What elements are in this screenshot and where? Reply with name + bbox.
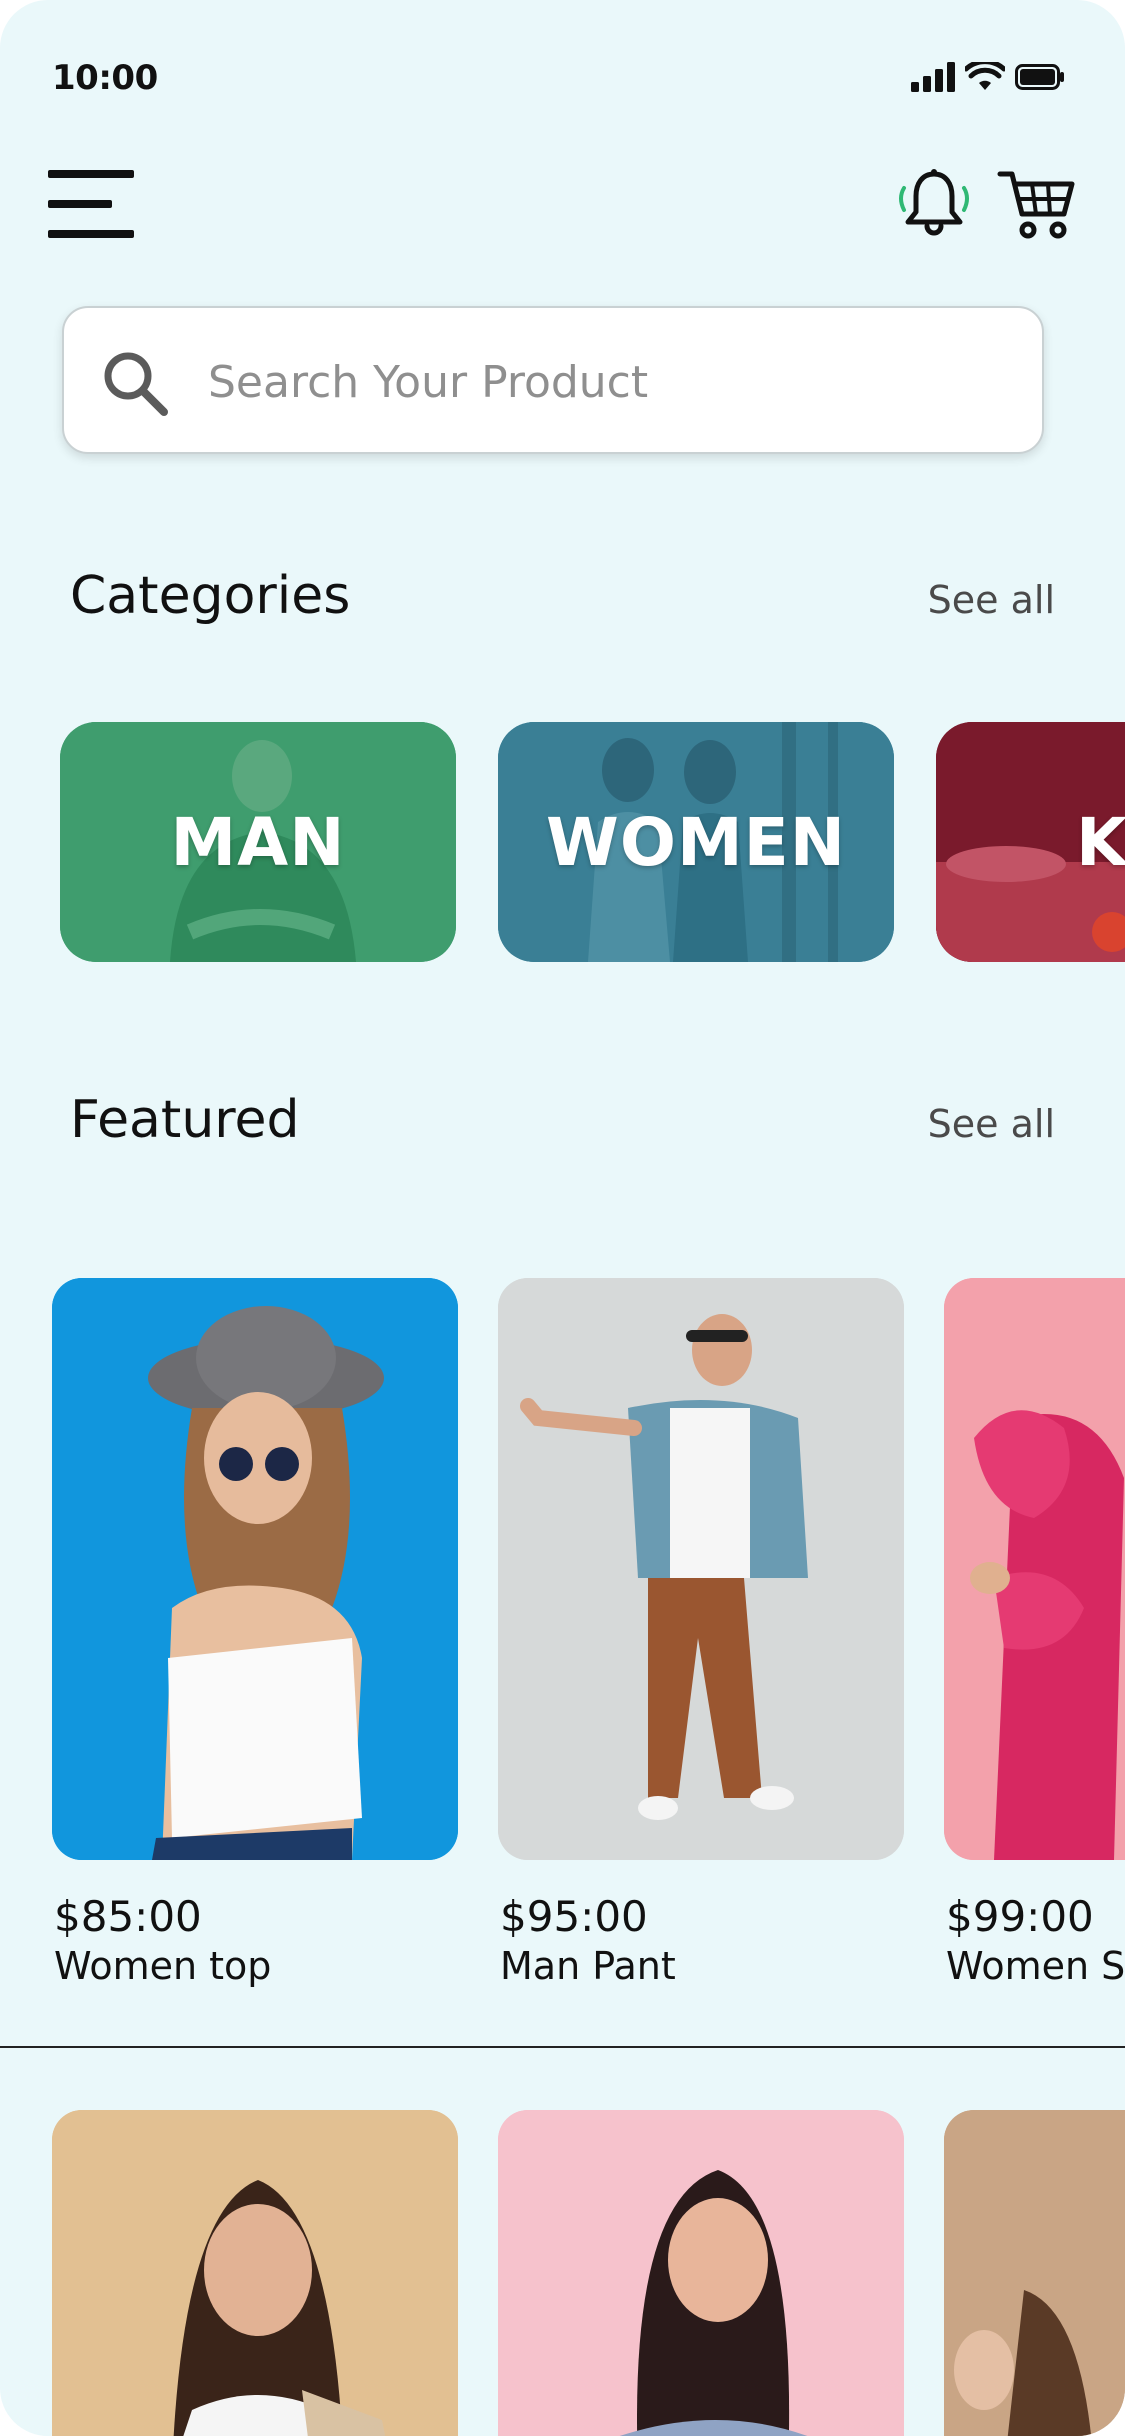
- search-input[interactable]: [206, 344, 1010, 420]
- menu-line: [48, 170, 134, 178]
- status-time: 10:00: [52, 58, 158, 98]
- product-card[interactable]: [944, 2110, 1125, 2436]
- product-image: [944, 2110, 1125, 2436]
- category-label: WOMEN: [546, 803, 846, 881]
- featured-title: Featured: [70, 1090, 300, 1150]
- category-card-kids[interactable]: K: [936, 722, 1125, 962]
- bell-icon[interactable]: [896, 166, 972, 242]
- search-icon: [104, 352, 168, 416]
- product-image: [944, 1278, 1125, 1860]
- signal-icon: [911, 62, 955, 92]
- menu-line: [48, 230, 134, 238]
- product-card[interactable]: [52, 1278, 458, 1860]
- category-label: MAN: [170, 803, 346, 881]
- product-price: $99:00: [946, 1892, 1094, 1941]
- product-card[interactable]: [944, 1278, 1125, 1860]
- product-name: Women Sh: [946, 1944, 1125, 1988]
- product-name: Man Pant: [500, 1944, 676, 1988]
- product-image: [52, 2110, 458, 2436]
- battery-icon: [1015, 64, 1064, 90]
- categories-see-all-link[interactable]: See all: [928, 578, 1055, 622]
- section-divider: [0, 2046, 1125, 2048]
- product-price: $85:00: [54, 1892, 202, 1941]
- categories-title: Categories: [70, 566, 351, 626]
- wifi-icon: [965, 62, 1005, 90]
- category-card-man[interactable]: MAN: [60, 722, 456, 962]
- product-image: [498, 1278, 904, 1860]
- featured-see-all-link[interactable]: See all: [928, 1102, 1055, 1146]
- product-price: $95:00: [500, 1892, 648, 1941]
- product-name: Women top: [54, 1944, 272, 1988]
- app-screen: 10:00 Search Your Product Categories See…: [0, 0, 1125, 2436]
- category-label: K: [1076, 803, 1125, 881]
- product-card[interactable]: [52, 2110, 458, 2436]
- product-image: [52, 1278, 458, 1860]
- product-card[interactable]: [498, 1278, 904, 1860]
- menu-line: [48, 200, 112, 208]
- product-image: [498, 2110, 904, 2436]
- product-card[interactable]: [498, 2110, 904, 2436]
- shopping-cart-icon[interactable]: [996, 166, 1076, 242]
- category-card-women[interactable]: WOMEN: [498, 722, 894, 962]
- hamburger-menu-icon[interactable]: [48, 168, 136, 240]
- search-bar[interactable]: [62, 306, 1044, 454]
- status-icons: [911, 62, 1065, 92]
